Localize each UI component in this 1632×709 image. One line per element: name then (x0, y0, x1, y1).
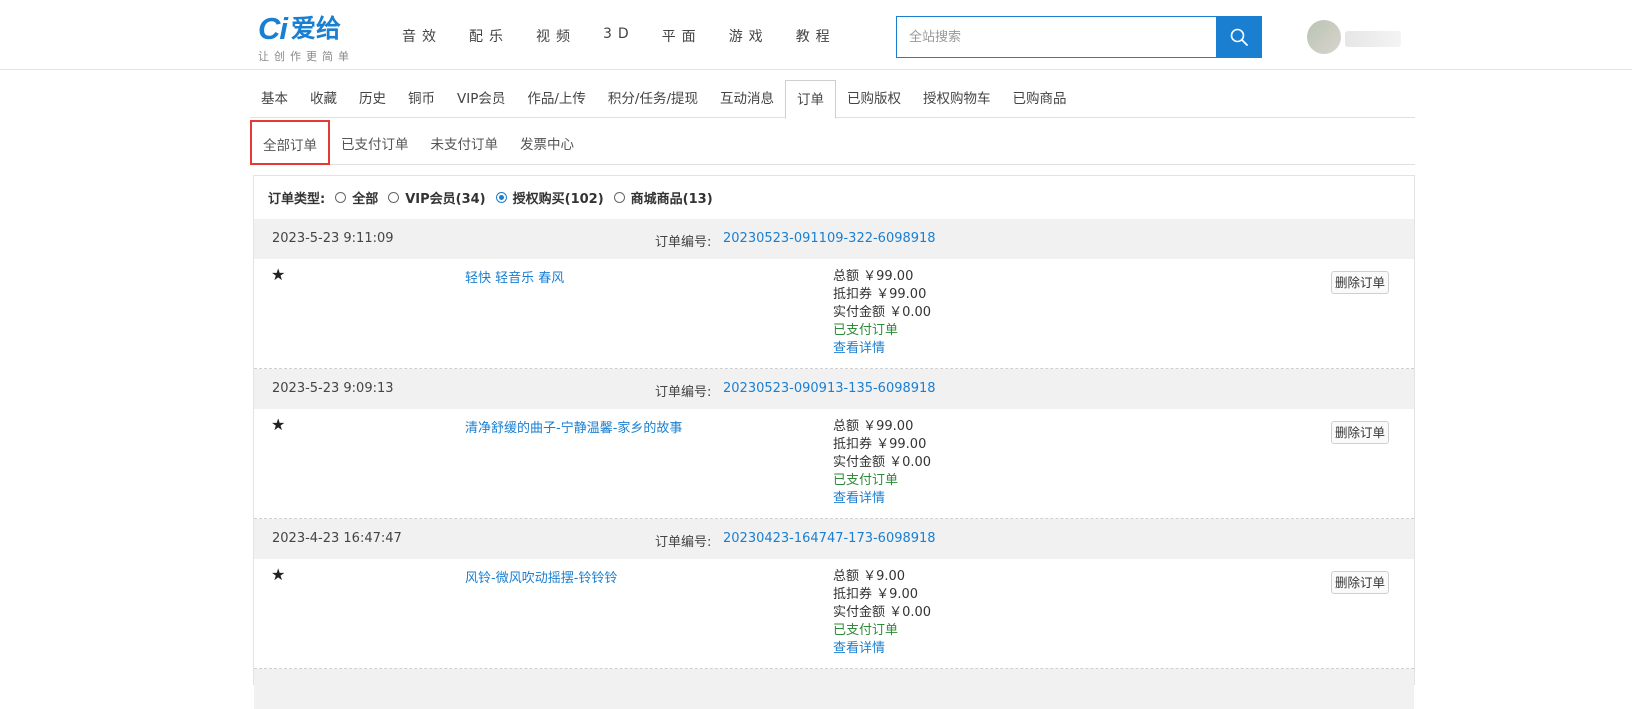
order-tabs: 全部订单 已支付订单 未支付订单 发票中心 (250, 120, 1415, 165)
nav-item-game[interactable]: 游戏 (729, 26, 769, 46)
tab-purchased-licenses[interactable]: 已购版权 (836, 80, 912, 118)
order-number-label: 订单编号: (655, 235, 712, 250)
order-header: 2023-5-23 9:11:09 订单编号: 20230523-091109-… (254, 219, 1414, 259)
tab-coins[interactable]: 铜币 (397, 80, 446, 118)
order-number-link[interactable]: 20230523-090913-135-6098918 (723, 381, 936, 396)
next-order-header (254, 669, 1414, 709)
tab-purchased-goods[interactable]: 已购商品 (1002, 80, 1078, 118)
nav-item-graphic[interactable]: 平面 (662, 26, 702, 46)
order-voucher: 抵扣券 ￥99.00 (833, 287, 927, 302)
tab-license-cart[interactable]: 授权购物车 (912, 80, 1002, 118)
order-amounts: 总额 ￥99.00 抵扣券 ￥99.00 实付金额 ￥0.00 已支付订单 查看… (833, 418, 931, 508)
order-status: 已支付订单 (833, 323, 899, 338)
tab-works-upload[interactable]: 作品/上传 (516, 80, 597, 118)
nav-item-sound[interactable]: 音效 (402, 26, 442, 46)
order-number-label: 订单编号: (655, 535, 712, 550)
order-tab-all[interactable]: 全部订单 (250, 120, 330, 165)
radio-icon (613, 192, 625, 203)
order-amounts: 总额 ￥9.00 抵扣券 ￥9.00 实付金额 ￥0.00 已支付订单 查看详情 (833, 568, 931, 658)
order-body: ★ 清净舒缓的曲子-宁静温馨-家乡的故事 总额 ￥99.00 抵扣券 ￥99.0… (254, 409, 1414, 519)
product-link[interactable]: 清净舒缓的曲子-宁静温馨-家乡的故事 (465, 417, 682, 436)
order-amounts: 总额 ￥99.00 抵扣券 ￥99.00 实付金额 ￥0.00 已支付订单 查看… (833, 268, 931, 358)
order-total: 总额 ￥9.00 (833, 569, 906, 584)
order-item: 2023-5-23 9:11:09 订单编号: 20230523-091109-… (254, 219, 1414, 369)
order-header: 2023-4-23 16:47:47 订单编号: 20230423-164747… (254, 519, 1414, 559)
order-number-link[interactable]: 20230523-091109-322-6098918 (723, 231, 936, 246)
logo-main: Ci 爱给 (258, 12, 368, 46)
star-icon: ★ (271, 265, 286, 284)
order-item: 2023-4-23 16:47:47 订单编号: 20230423-164747… (254, 519, 1414, 669)
order-time: 2023-4-23 16:47:47 (272, 531, 402, 546)
logo-tagline: 让创作更简单 (258, 50, 354, 63)
order-body: ★ 风铃-微风吹动摇摆-铃铃铃 总额 ￥9.00 抵扣券 ￥9.00 实付金额 … (254, 559, 1414, 669)
order-number-link[interactable]: 20230423-164747-173-6098918 (723, 531, 936, 546)
tab-history[interactable]: 历史 (348, 80, 397, 118)
filter-option-label: 商城商品(13) (630, 192, 713, 207)
delete-order-button[interactable]: 删除订单 (1331, 421, 1389, 444)
order-tab-unpaid[interactable]: 未支付订单 (420, 125, 510, 165)
radio-icon (335, 192, 347, 203)
filter-option-label: VIP会员(34) (405, 192, 486, 207)
order-body: ★ 轻快 轻音乐 春风 总额 ￥99.00 抵扣券 ￥99.00 实付金额 ￥0… (254, 259, 1414, 369)
order-total: 总额 ￥99.00 (833, 419, 914, 434)
avatar[interactable] (1307, 20, 1341, 54)
nav-item-tutorial[interactable]: 教程 (796, 26, 836, 46)
star-icon: ★ (271, 565, 286, 584)
delete-order-button[interactable]: 删除订单 (1331, 271, 1389, 294)
nav-item-music[interactable]: 配乐 (469, 26, 509, 46)
order-tab-paid[interactable]: 已支付订单 (330, 125, 420, 165)
search-input[interactable] (897, 17, 1216, 57)
filter-option-label: 全部 (352, 192, 379, 207)
order-voucher: 抵扣券 ￥9.00 (833, 587, 919, 602)
tab-favorites[interactable]: 收藏 (299, 80, 348, 118)
order-status: 已支付订单 (833, 473, 899, 488)
filter-option-all[interactable]: 全部 (335, 188, 378, 207)
tab-points-tasks[interactable]: 积分/任务/提现 (597, 80, 709, 118)
order-total: 总额 ￥99.00 (833, 269, 914, 284)
delete-order-button[interactable]: 删除订单 (1331, 571, 1389, 594)
search-box (896, 16, 1262, 58)
nav-item-video[interactable]: 视频 (536, 26, 576, 46)
filter-option-label: 授权购买(102) (512, 192, 604, 207)
tab-orders[interactable]: 订单 (785, 80, 837, 119)
order-tab-invoice[interactable]: 发票中心 (509, 125, 585, 165)
view-details-link[interactable]: 查看详情 (833, 340, 931, 358)
order-status: 已支付订单 (833, 623, 899, 638)
view-details-link[interactable]: 查看详情 (833, 490, 931, 508)
star-icon: ★ (271, 415, 286, 434)
radio-icon (388, 192, 400, 203)
order-time: 2023-5-23 9:09:13 (272, 381, 394, 396)
main-nav: 音效 配乐 视频 3D 平面 游戏 教程 (402, 26, 863, 46)
account-tabs: 基本 收藏 历史 铜币 VIP会员 作品/上传 积分/任务/提现 互动消息 订单… (250, 80, 1415, 119)
tab-basic[interactable]: 基本 (250, 80, 299, 118)
nav-item-3d[interactable]: 3D (603, 26, 635, 46)
filter-option-mall[interactable]: 商城商品(13) (613, 188, 713, 207)
filter-option-vip[interactable]: VIP会员(34) (388, 188, 486, 207)
site-logo[interactable]: Ci 爱给 让创作更简单 (258, 12, 368, 64)
product-link[interactable]: 轻快 轻音乐 春风 (465, 267, 564, 286)
order-item: 2023-5-23 9:09:13 订单编号: 20230523-090913-… (254, 369, 1414, 519)
radio-selected-icon (495, 192, 507, 203)
order-paid-amount: 实付金额 ￥0.00 (833, 455, 932, 470)
username-blurred[interactable] (1345, 31, 1401, 47)
tab-vip[interactable]: VIP会员 (446, 80, 516, 118)
search-icon (1230, 28, 1248, 46)
orders-panel: 订单类型: 全部 VIP会员(34) 授权购买(102) 商城商品(13) 20… (253, 175, 1415, 709)
tab-messages[interactable]: 互动消息 (709, 80, 785, 118)
order-voucher: 抵扣券 ￥99.00 (833, 437, 927, 452)
filter-label: 订单类型: (268, 192, 326, 207)
order-paid-amount: 实付金额 ￥0.00 (833, 305, 932, 320)
order-paid-amount: 实付金额 ￥0.00 (833, 605, 932, 620)
search-button[interactable] (1216, 17, 1261, 57)
logo-mark: Ci (258, 11, 288, 46)
logo-name: 爱给 (291, 14, 342, 43)
order-header: 2023-5-23 9:09:13 订单编号: 20230523-090913-… (254, 369, 1414, 409)
product-link[interactable]: 风铃-微风吹动摇摆-铃铃铃 (465, 567, 617, 586)
order-time: 2023-5-23 9:11:09 (272, 231, 394, 246)
site-header: Ci 爱给 让创作更简单 音效 配乐 视频 3D 平面 游戏 教程 (0, 0, 1632, 70)
order-number-label: 订单编号: (655, 385, 712, 400)
view-details-link[interactable]: 查看详情 (833, 640, 931, 658)
order-type-filter: 订单类型: 全部 VIP会员(34) 授权购买(102) 商城商品(13) (254, 176, 1414, 219)
filter-option-license[interactable]: 授权购买(102) (495, 188, 604, 207)
